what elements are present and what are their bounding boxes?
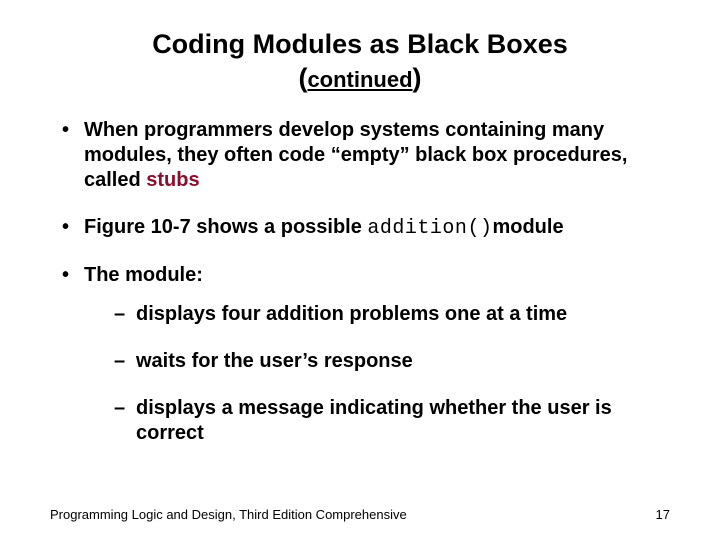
sub-bullet-2: waits for the user’s response xyxy=(110,349,670,374)
bullet-item-2: Figure 10-7 shows a possible addition()m… xyxy=(56,215,670,241)
sub-bullet-3: displays a message indicating whether th… xyxy=(110,396,670,446)
slide: Coding Modules as Black Boxes (continued… xyxy=(0,0,720,540)
bullet-list: When programmers develop systems contain… xyxy=(56,118,670,446)
sub-bullet-1: displays four addition problems one at a… xyxy=(110,302,670,327)
slide-title: Coding Modules as Black Boxes (continued… xyxy=(50,28,670,96)
page-number: 17 xyxy=(656,507,670,522)
slide-footer: Programming Logic and Design, Third Edit… xyxy=(50,507,670,522)
code-addition: addition() xyxy=(367,217,492,240)
paren-close: ) xyxy=(413,63,422,93)
sub-2-text: waits for the user’s response xyxy=(136,350,413,372)
bullet-2-post: module xyxy=(492,216,563,238)
sub-bullet-list: displays four addition problems one at a… xyxy=(110,302,670,446)
footer-text: Programming Logic and Design, Third Edit… xyxy=(50,507,407,522)
title-line-1: Coding Modules as Black Boxes xyxy=(152,29,568,59)
bullet-3-text: The module: xyxy=(84,264,203,286)
bullet-2-pre: Figure 10-7 shows a possible xyxy=(84,216,367,238)
subtitle-word: continued xyxy=(307,67,412,92)
sub-1-text: displays four addition problems one at a… xyxy=(136,303,567,325)
term-stubs: stubs xyxy=(146,169,199,191)
title-subtitle: (continued) xyxy=(298,63,421,93)
bullet-item-3: The module: displays four addition probl… xyxy=(56,263,670,446)
bullet-item-1: When programmers develop systems contain… xyxy=(56,118,670,193)
sub-3-text: displays a message indicating whether th… xyxy=(136,397,612,444)
